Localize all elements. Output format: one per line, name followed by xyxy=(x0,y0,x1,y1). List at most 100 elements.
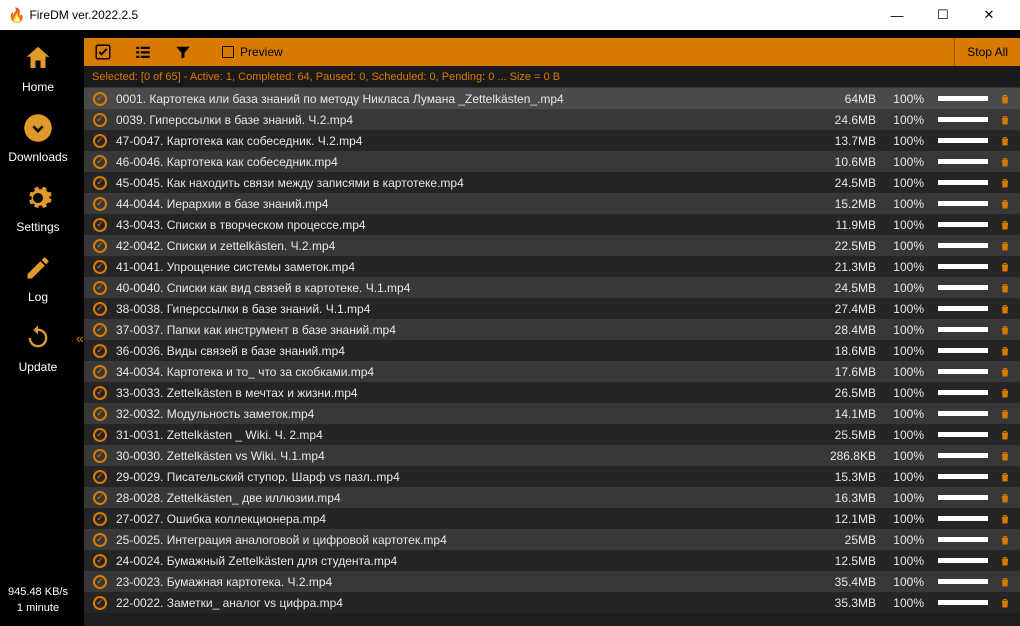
download-row[interactable]: 44-0044. Иерархии в базе знаний.mp415.2M… xyxy=(84,193,1020,214)
delete-icon[interactable] xyxy=(996,93,1014,105)
download-row[interactable]: 43-0043. Списки в творческом процессе.mp… xyxy=(84,214,1020,235)
download-list[interactable]: 0001. Картотека или база знаний по метод… xyxy=(84,88,1020,626)
delete-icon[interactable] xyxy=(996,450,1014,462)
delete-icon[interactable] xyxy=(996,219,1014,231)
delete-icon[interactable] xyxy=(996,282,1014,294)
download-row[interactable]: 0039. Гиперссылки в базе знаний. Ч.2.mp4… xyxy=(84,109,1020,130)
nav-log[interactable]: Log xyxy=(20,250,56,304)
download-row[interactable]: 29-0029. Писательский ступор. Шарф vs па… xyxy=(84,466,1020,487)
download-row[interactable]: 37-0037. Папки как инструмент в базе зна… xyxy=(84,319,1020,340)
preview-toggle[interactable]: Preview xyxy=(222,45,283,59)
download-row[interactable]: 34-0034. Картотека и то_ что за скобками… xyxy=(84,361,1020,382)
nav-update-label: Update xyxy=(19,360,58,374)
percent: 100% xyxy=(884,428,930,442)
checkbox-icon xyxy=(222,46,234,58)
delete-icon[interactable] xyxy=(996,303,1014,315)
download-row[interactable]: 0001. Картотека или база знаний по метод… xyxy=(84,88,1020,109)
delete-icon[interactable] xyxy=(996,387,1014,399)
nav-settings[interactable]: Settings xyxy=(16,180,59,234)
delete-icon[interactable] xyxy=(996,576,1014,588)
file-name: 45-0045. Как находить связи между запися… xyxy=(110,176,814,190)
stats-panel: 945.48 KB/s 1 minute xyxy=(8,585,68,626)
gear-icon xyxy=(20,180,56,216)
delete-icon[interactable] xyxy=(996,261,1014,273)
delete-icon[interactable] xyxy=(996,555,1014,567)
delete-icon[interactable] xyxy=(996,534,1014,546)
app-title: FireDM ver.2022.2.5 xyxy=(29,8,138,22)
delete-icon[interactable] xyxy=(996,135,1014,147)
percent: 100% xyxy=(884,113,930,127)
filter-icon[interactable] xyxy=(172,41,194,63)
collapse-sidebar-icon[interactable]: « xyxy=(76,330,84,346)
download-row[interactable]: 23-0023. Бумажная картотека. Ч.2.mp435.4… xyxy=(84,571,1020,592)
minimize-button[interactable]: — xyxy=(874,0,920,30)
pencil-icon xyxy=(20,250,56,286)
download-row[interactable]: 41-0041. Упрощение системы заметок.mp421… xyxy=(84,256,1020,277)
list-view-icon[interactable] xyxy=(132,41,154,63)
maximize-button[interactable]: ☐ xyxy=(920,0,966,30)
delete-icon[interactable] xyxy=(996,492,1014,504)
stop-all-button[interactable]: Stop All xyxy=(954,38,1020,66)
download-row[interactable]: 42-0042. Списки и zettelkästen. Ч.2.mp42… xyxy=(84,235,1020,256)
delete-icon[interactable] xyxy=(996,429,1014,441)
download-row[interactable]: 47-0047. Картотека как собеседник. Ч.2.m… xyxy=(84,130,1020,151)
file-size: 35.3MB xyxy=(814,596,884,610)
delete-icon[interactable] xyxy=(996,408,1014,420)
status-icon xyxy=(90,470,110,484)
progress-bar xyxy=(938,180,988,185)
select-all-icon[interactable] xyxy=(92,41,114,63)
delete-icon[interactable] xyxy=(996,156,1014,168)
file-size: 12.1MB xyxy=(814,512,884,526)
download-row[interactable]: 36-0036. Виды связей в базе знаний.mp418… xyxy=(84,340,1020,361)
delete-icon[interactable] xyxy=(996,114,1014,126)
delete-icon[interactable] xyxy=(996,513,1014,525)
download-row[interactable]: 46-0046. Картотека как собеседник.mp410.… xyxy=(84,151,1020,172)
delete-icon[interactable] xyxy=(996,240,1014,252)
nav-home-label: Home xyxy=(22,80,54,94)
file-size: 24.6MB xyxy=(814,113,884,127)
nav-downloads[interactable]: Downloads xyxy=(8,110,67,164)
file-size: 28.4MB xyxy=(814,323,884,337)
percent: 100% xyxy=(884,407,930,421)
download-row[interactable]: 27-0027. Ошибка коллекционера.mp412.1MB1… xyxy=(84,508,1020,529)
file-name: 28-0028. Zettelkästen_ две иллюзии.mp4 xyxy=(110,491,814,505)
delete-icon[interactable] xyxy=(996,324,1014,336)
download-row[interactable]: 30-0030. Zettelkästen vs Wiki. Ч.1.mp428… xyxy=(84,445,1020,466)
file-name: 24-0024. Бумажный Zettelkästen для студе… xyxy=(110,554,814,568)
nav-downloads-label: Downloads xyxy=(8,150,67,164)
status-icon xyxy=(90,428,110,442)
download-row[interactable]: 28-0028. Zettelkästen_ две иллюзии.mp416… xyxy=(84,487,1020,508)
delete-icon[interactable] xyxy=(996,471,1014,483)
nav-update[interactable]: Update xyxy=(19,320,58,374)
download-row[interactable]: 22-0022. Заметки_ аналог vs цифра.mp435.… xyxy=(84,592,1020,613)
percent: 100% xyxy=(884,533,930,547)
download-row[interactable]: 33-0033. Zettelkästen в мечтах и жизни.m… xyxy=(84,382,1020,403)
download-row[interactable]: 40-0040. Списки как вид связей в картоте… xyxy=(84,277,1020,298)
file-size: 35.4MB xyxy=(814,575,884,589)
download-row[interactable]: 31-0031. Zettelkästen _ Wiki. Ч. 2.mp425… xyxy=(84,424,1020,445)
percent: 100% xyxy=(884,470,930,484)
progress-bar xyxy=(938,432,988,437)
progress-bar xyxy=(938,96,988,101)
file-size: 24.5MB xyxy=(814,281,884,295)
close-button[interactable]: ✕ xyxy=(966,0,1012,30)
delete-icon[interactable] xyxy=(996,177,1014,189)
file-name: 34-0034. Картотека и то_ что за скобками… xyxy=(110,365,814,379)
download-row[interactable]: 38-0038. Гиперссылки в базе знаний. Ч.1.… xyxy=(84,298,1020,319)
delete-icon[interactable] xyxy=(996,198,1014,210)
status-icon xyxy=(90,260,110,274)
progress-bar xyxy=(938,222,988,227)
file-size: 16.3MB xyxy=(814,491,884,505)
download-row[interactable]: 45-0045. Как находить связи между запися… xyxy=(84,172,1020,193)
delete-icon[interactable] xyxy=(996,597,1014,609)
nav-home[interactable]: Home xyxy=(20,40,56,94)
percent: 100% xyxy=(884,281,930,295)
download-row[interactable]: 24-0024. Бумажный Zettelkästen для студе… xyxy=(84,550,1020,571)
status-icon xyxy=(90,533,110,547)
download-row[interactable]: 25-0025. Интеграция аналоговой и цифрово… xyxy=(84,529,1020,550)
percent: 100% xyxy=(884,554,930,568)
delete-icon[interactable] xyxy=(996,345,1014,357)
download-row[interactable]: 32-0032. Модульность заметок.mp414.1MB10… xyxy=(84,403,1020,424)
delete-icon[interactable] xyxy=(996,366,1014,378)
preview-label: Preview xyxy=(240,45,283,59)
